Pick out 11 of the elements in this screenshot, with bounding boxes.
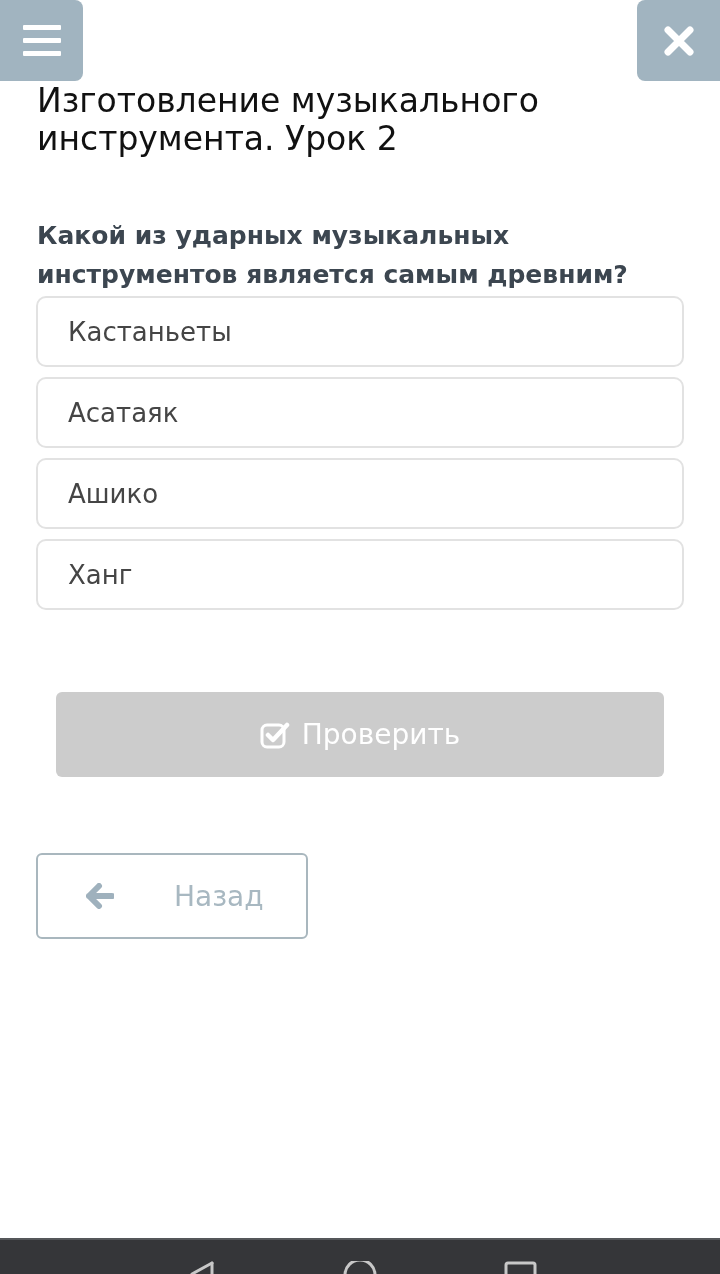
arrow-left-icon xyxy=(86,883,114,909)
lesson-title: Изготовление музыкального инструмента. Урок 2 xyxy=(36,82,540,158)
check-square-icon xyxy=(259,720,290,749)
menu-icon xyxy=(22,25,61,56)
answer-option[interactable]: Кастаньеты xyxy=(36,296,684,367)
answer-option[interactable]: Асатаяк xyxy=(36,377,684,448)
close-icon xyxy=(663,25,694,56)
answer-option[interactable]: Ханг xyxy=(36,539,684,610)
question-text: Какой из ударных музыкальных инструментов является самым древним? xyxy=(36,220,629,291)
answer-option[interactable]: Ашико xyxy=(36,458,684,529)
back-triangle-icon[interactable] xyxy=(189,1261,215,1274)
